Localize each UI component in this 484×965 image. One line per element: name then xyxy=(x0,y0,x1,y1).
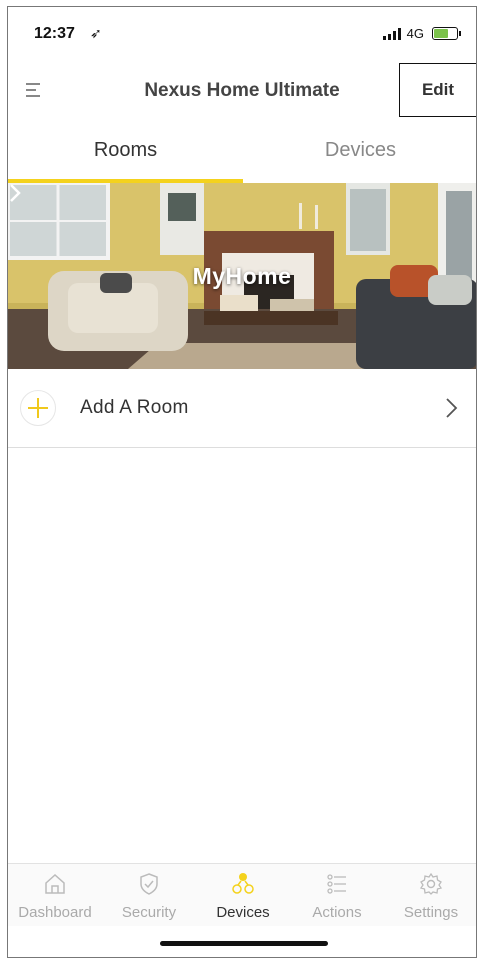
nav-header: Nexus Home Ultimate Edit xyxy=(8,63,476,119)
shield-icon xyxy=(140,873,158,895)
plus-icon xyxy=(20,390,56,426)
home-indicator xyxy=(160,941,328,946)
segment-tabs: Rooms Devices xyxy=(8,119,476,181)
bottom-tab-bar: Dashboard Security Devices Actions Setti… xyxy=(8,863,476,926)
home-icon xyxy=(45,873,65,894)
battery-icon xyxy=(432,27,461,40)
tab-rooms[interactable]: Rooms xyxy=(8,119,243,181)
actions-icon xyxy=(327,874,346,894)
add-room-label: Add A Room xyxy=(80,397,189,418)
status-bar: 12:37 ➶ 4G xyxy=(8,7,476,63)
home-banner[interactable]: MyHome xyxy=(8,183,476,369)
status-time: 12:37 xyxy=(34,25,75,42)
tab-devices[interactable]: Devices xyxy=(243,119,476,181)
tab-dashboard-label: Dashboard xyxy=(18,904,92,921)
signal-icon xyxy=(382,27,401,40)
status-right: 4G xyxy=(382,26,461,41)
network-type: 4G xyxy=(406,26,424,41)
phone-frame: 12:37 ➶ 4G Nexus Home Ultimate Edit Room… xyxy=(7,6,477,958)
home-name: MyHome xyxy=(192,263,292,289)
add-room-row[interactable]: Add A Room xyxy=(8,369,476,448)
tab-security-label: Security xyxy=(121,904,177,921)
tab-actions-label: Actions xyxy=(312,904,362,921)
location-arrow-icon: ➶ xyxy=(90,25,102,41)
tab-settings[interactable]: Settings xyxy=(384,864,476,926)
tab-dashboard[interactable]: Dashboard xyxy=(8,864,102,926)
edit-button[interactable]: Edit xyxy=(399,63,476,117)
devices-icon xyxy=(232,873,254,894)
chevron-right-icon xyxy=(446,398,458,418)
tab-devices-nav[interactable]: Devices xyxy=(196,864,290,926)
tab-devices-nav-label: Devices xyxy=(216,904,270,921)
gear-icon xyxy=(419,872,443,895)
tab-actions[interactable]: Actions xyxy=(290,864,384,926)
tab-security[interactable]: Security xyxy=(102,864,196,926)
tab-settings-label: Settings xyxy=(403,904,459,921)
chevron-right-icon xyxy=(10,184,21,202)
